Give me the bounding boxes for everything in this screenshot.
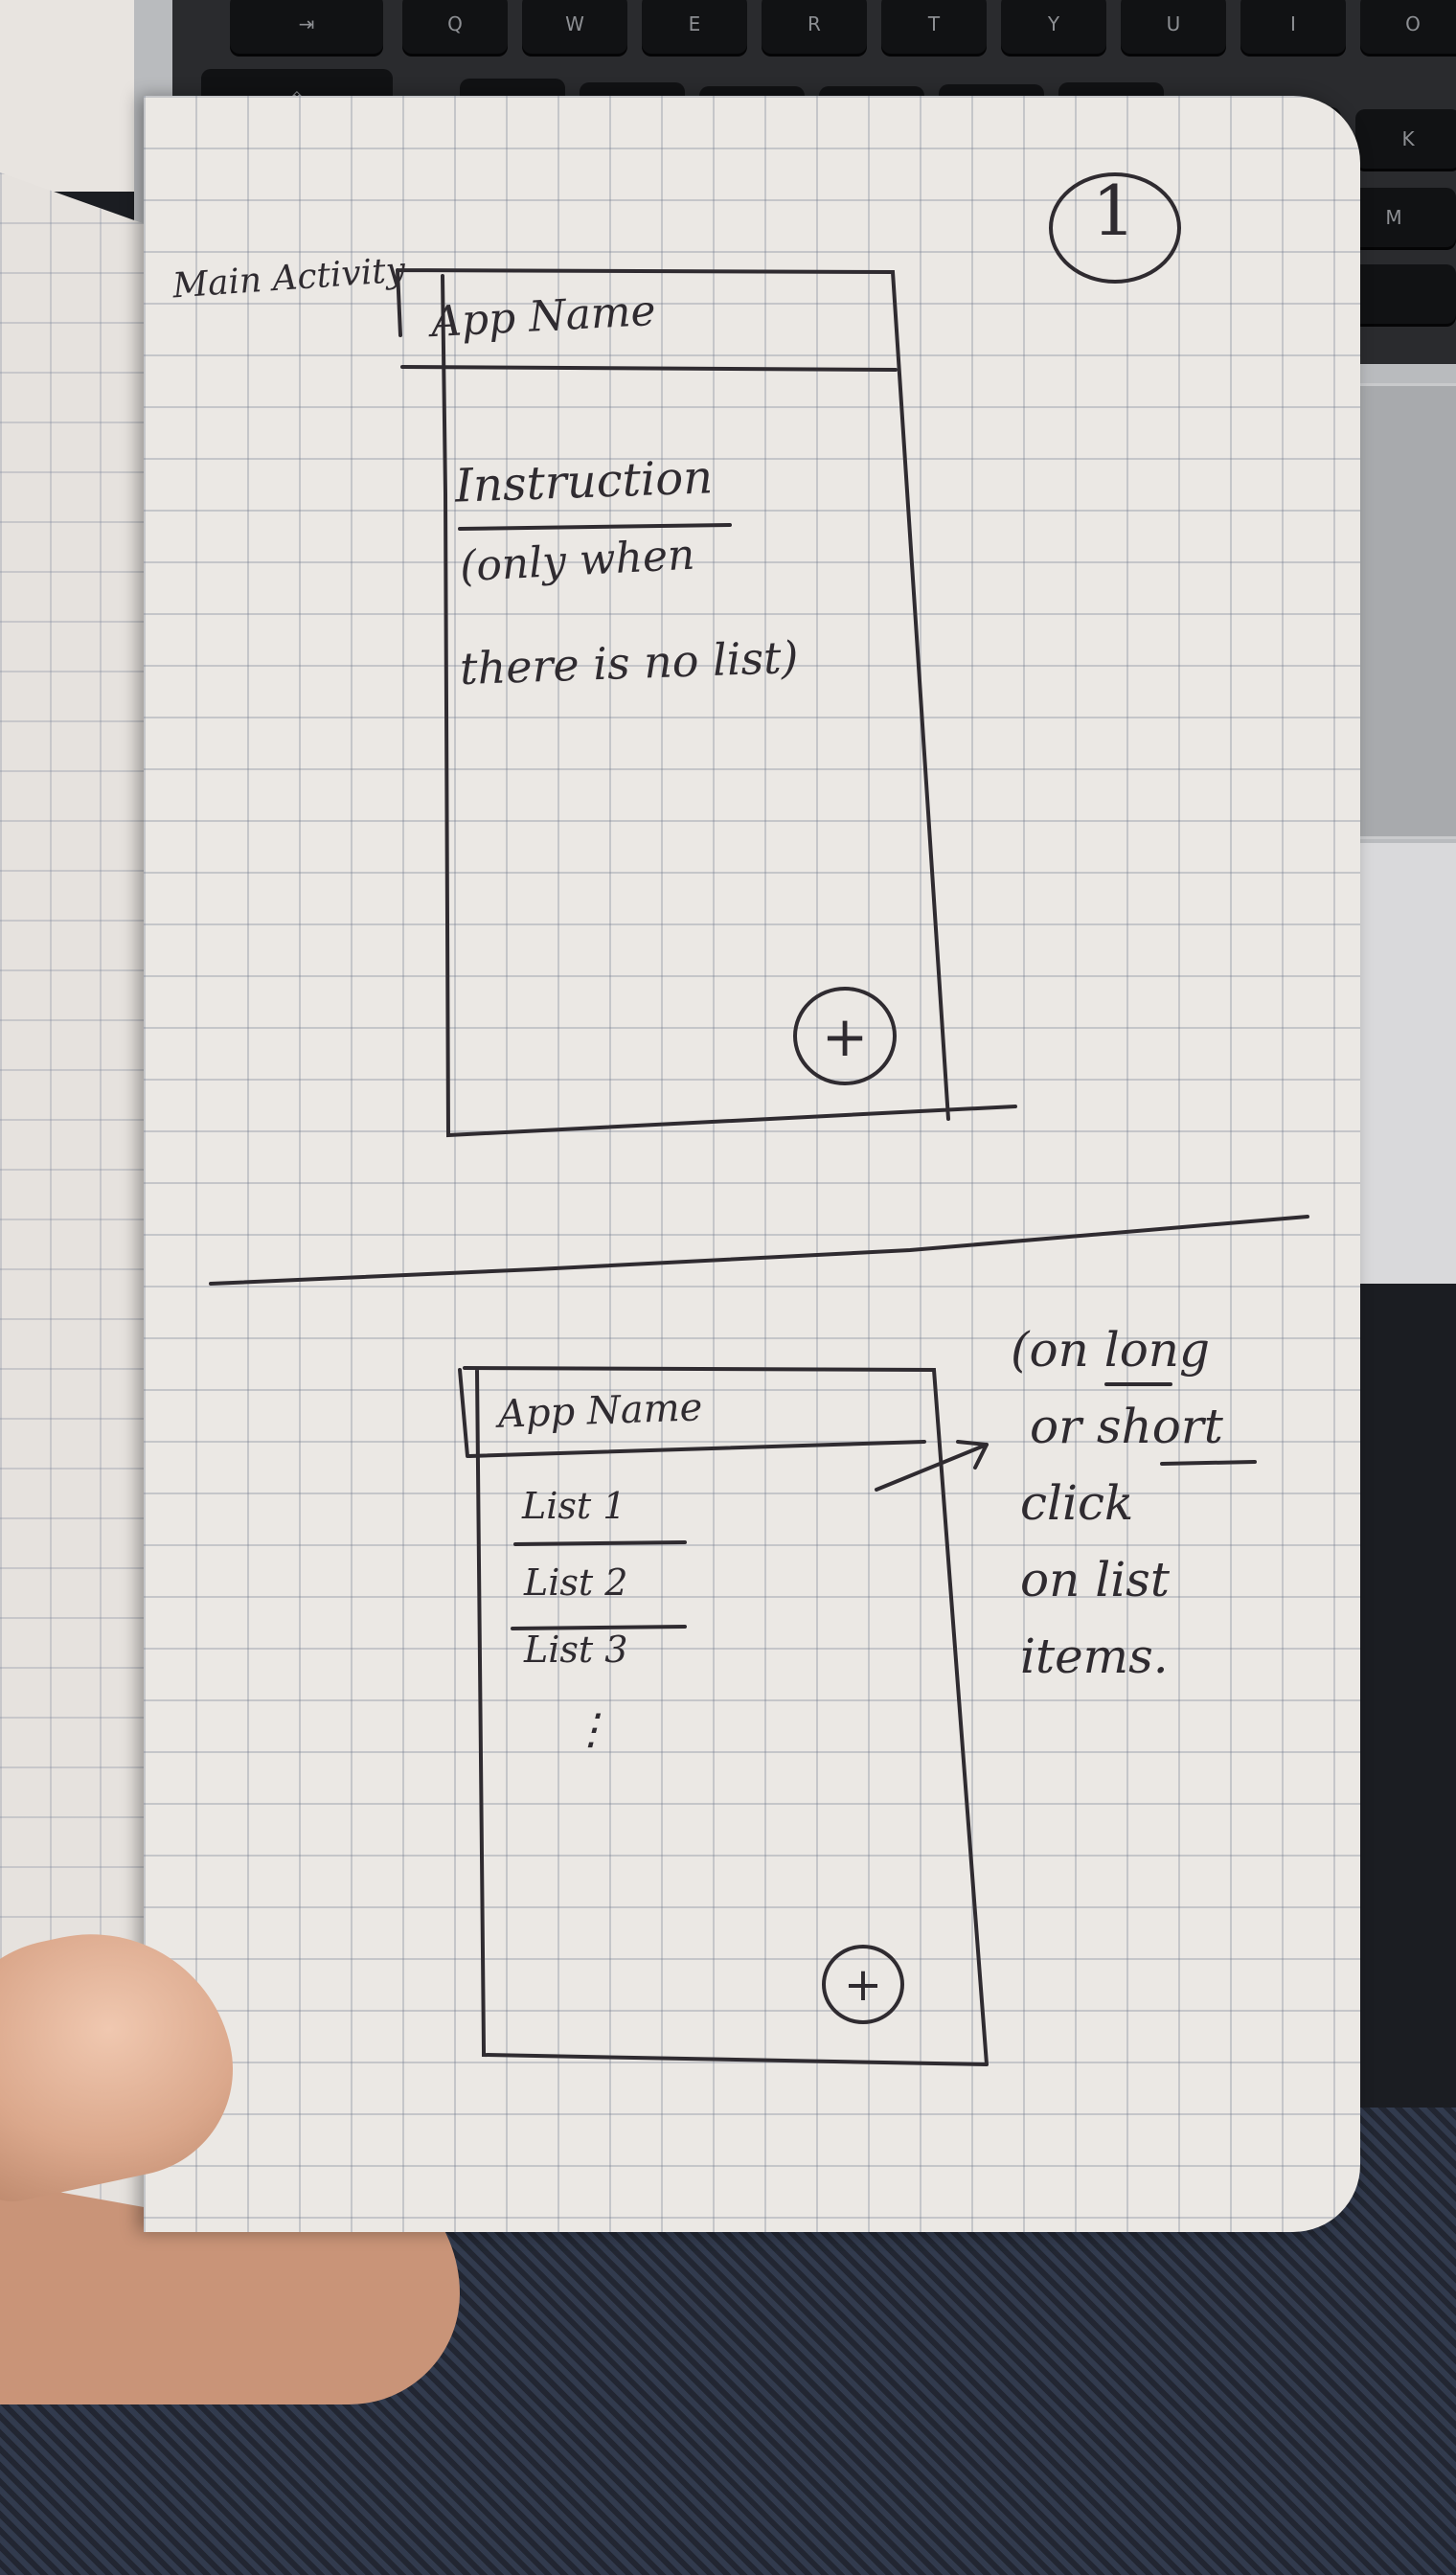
plus-icon: + xyxy=(843,1957,883,2012)
list-item[interactable]: List 2 xyxy=(524,1561,627,1604)
annotation-line: on list xyxy=(1020,1552,1170,1607)
screen1-appbar-divider xyxy=(400,365,898,372)
annotation-line: items. xyxy=(1020,1629,1169,1684)
keyboard-key: W xyxy=(522,0,627,54)
list-item[interactable]: List 1 xyxy=(522,1485,626,1527)
keyboard-key: O xyxy=(1360,0,1456,54)
annotation-line: or short xyxy=(1030,1399,1223,1454)
screen2-app-name: App Name xyxy=(497,1385,704,1437)
keyboard-key: ⇥ xyxy=(230,0,383,54)
screen2-list-divider-1 xyxy=(513,1540,687,1546)
screen2-appbar-divider xyxy=(467,1440,926,1458)
screen1-instruction-heading: Instruction xyxy=(454,450,714,513)
keyboard-key: U xyxy=(1121,0,1226,54)
keyboard-key: E xyxy=(642,0,747,54)
keyboard-key: Y xyxy=(1001,0,1106,54)
notebook-page: 1 Main Activity App Name Instruction (on… xyxy=(144,96,1360,2232)
annotation-arrow xyxy=(875,1440,989,1492)
screen1-add-button[interactable]: + xyxy=(793,987,897,1085)
screen1-frame xyxy=(396,268,1017,1138)
list-item[interactable]: List 3 xyxy=(524,1629,627,1671)
screen1-instruction-underline xyxy=(458,523,732,531)
sketch-lines xyxy=(209,268,1309,2066)
keyboard-key: T xyxy=(881,0,987,54)
page-divider-line xyxy=(209,1215,1309,1286)
annotation-line: click xyxy=(1020,1475,1134,1531)
more-items-indicator: ⋮ xyxy=(570,1705,612,1754)
page-number: 1 xyxy=(1092,171,1136,251)
keyboard-key: Q xyxy=(402,0,508,54)
annotation-line: (on long xyxy=(1011,1322,1211,1378)
screen2-add-button[interactable]: + xyxy=(822,1945,904,2024)
keyboard-key: K xyxy=(1355,109,1456,169)
annotation-underline-short xyxy=(1160,1460,1257,1466)
plus-icon: + xyxy=(821,1003,869,1069)
keyboard-key: R xyxy=(762,0,867,54)
screen2-frame xyxy=(458,1366,989,2066)
keyboard-key: I xyxy=(1240,0,1346,54)
background-wall xyxy=(0,0,134,192)
